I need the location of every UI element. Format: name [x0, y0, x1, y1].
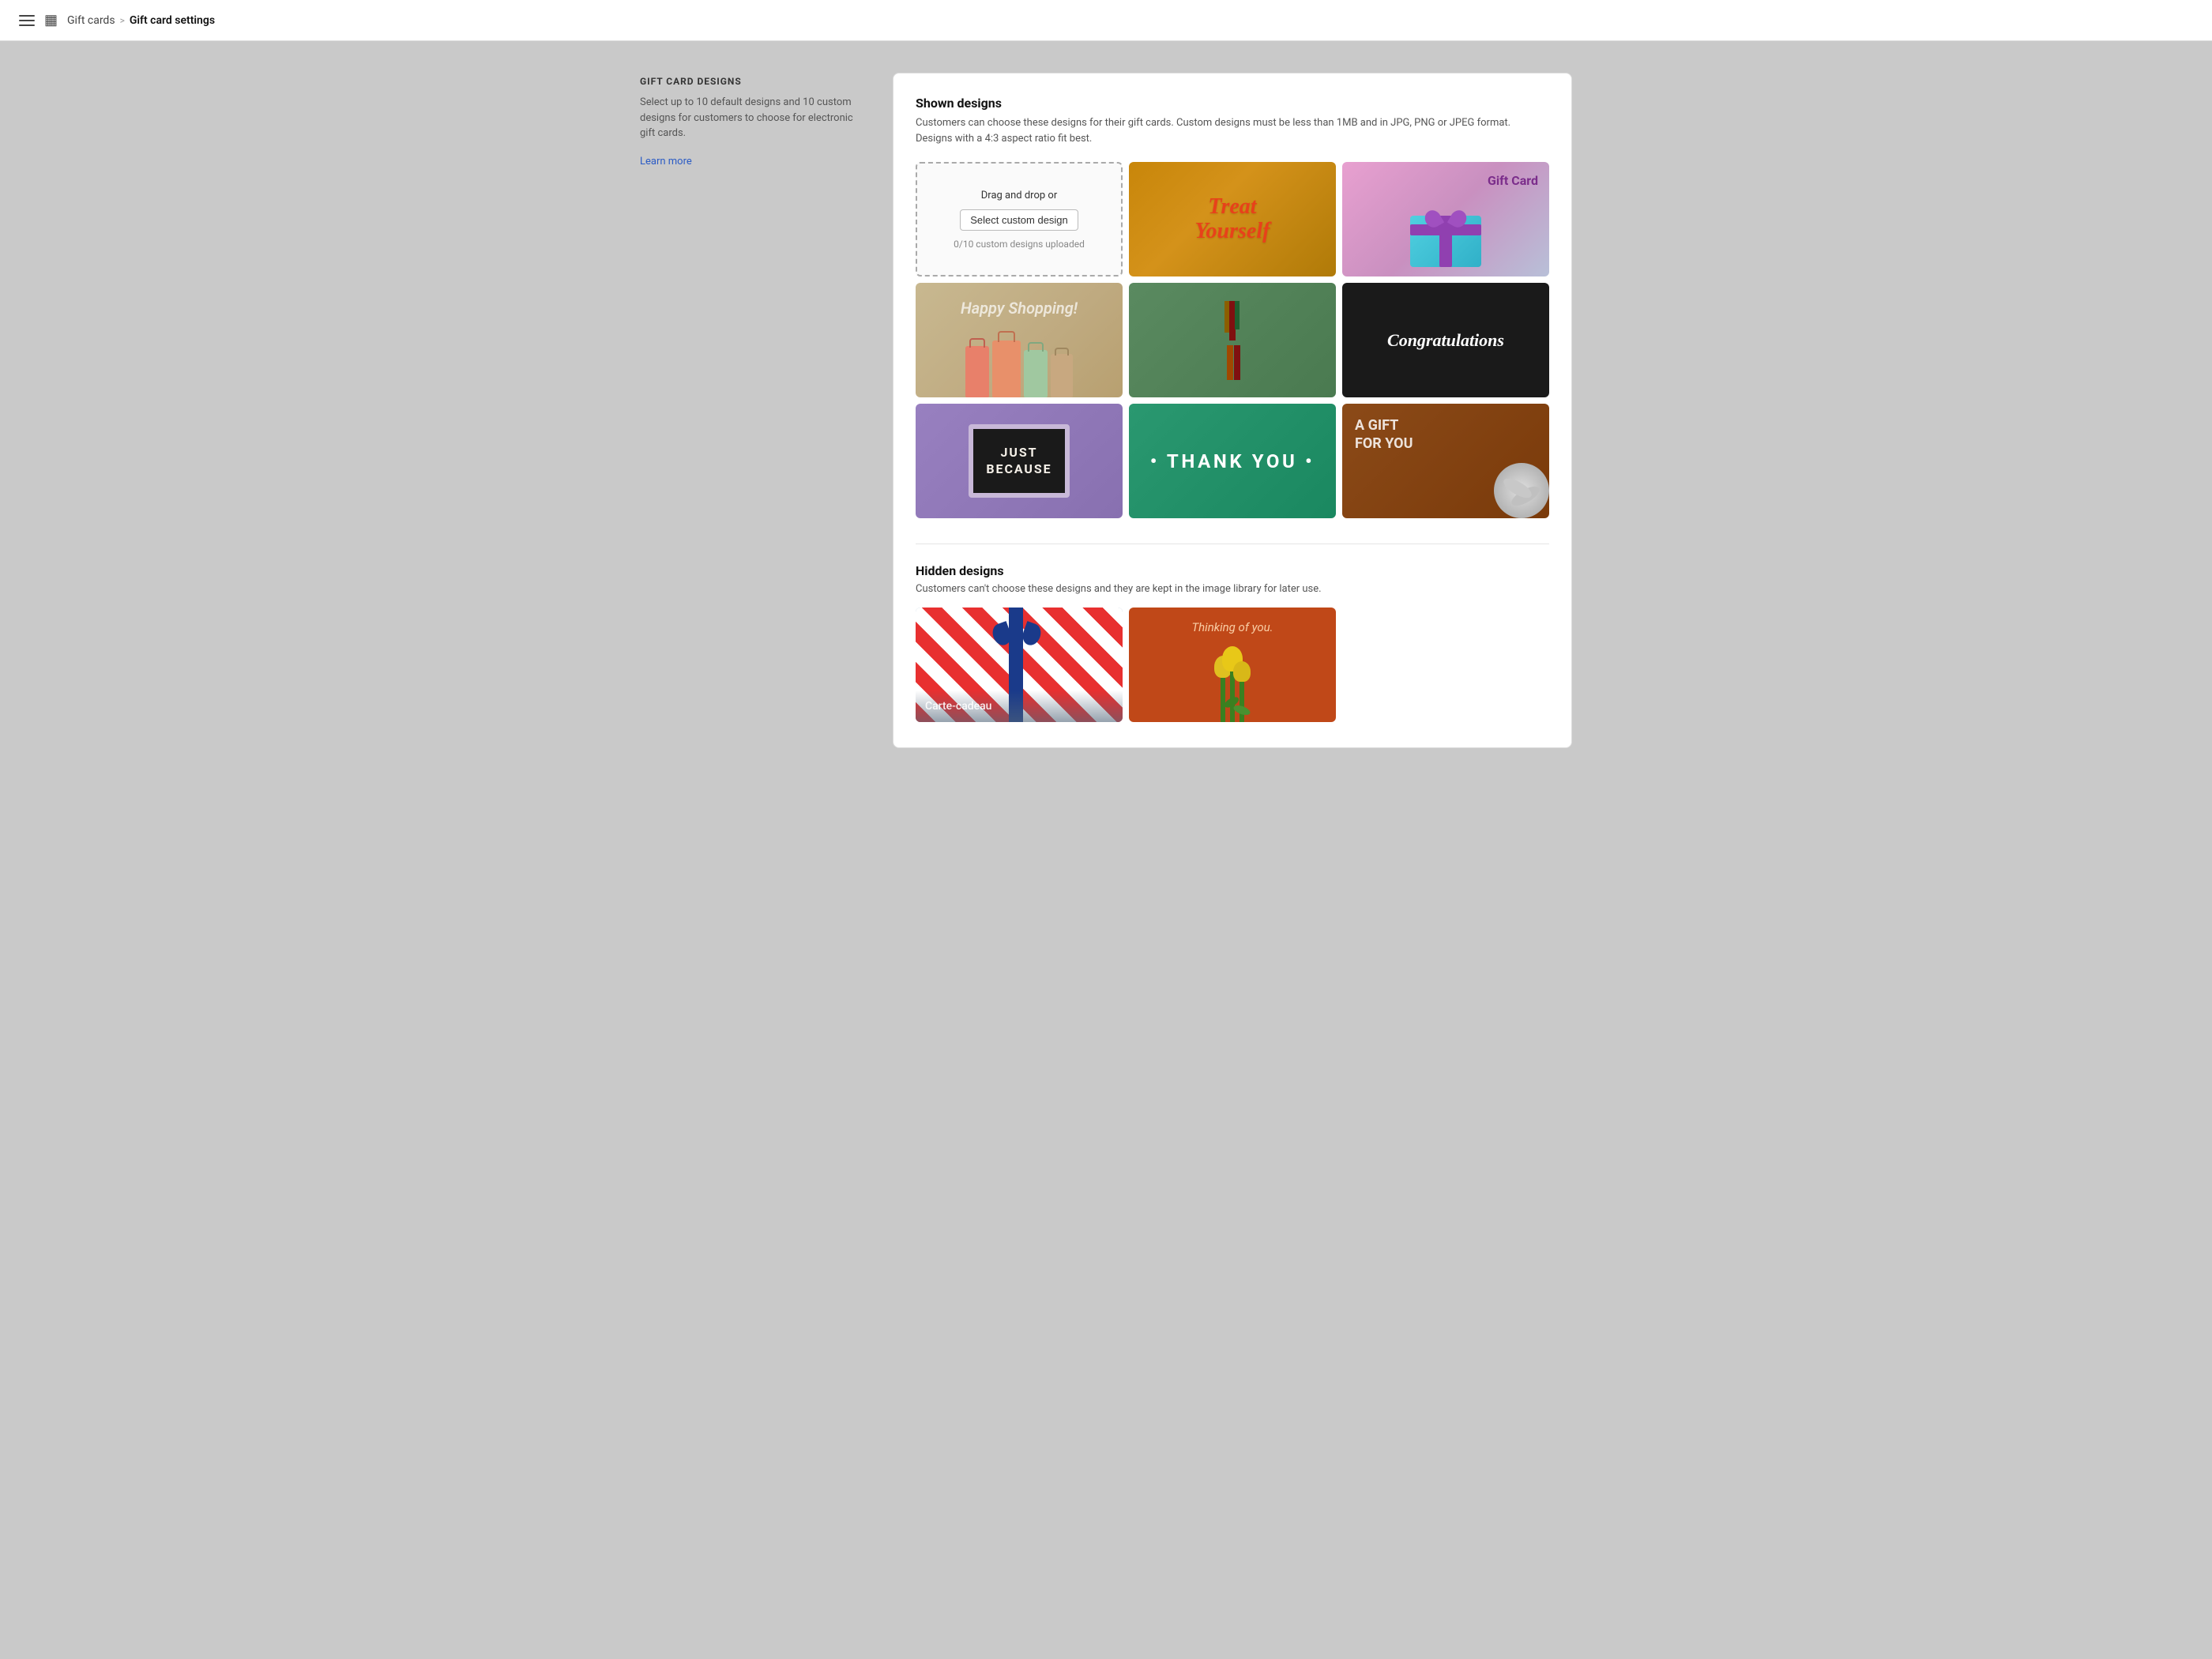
drag-drop-text: Drag and drop or: [981, 190, 1057, 201]
treat-yourself-text: Treat Yourself: [1195, 195, 1270, 244]
menu-icon[interactable]: [19, 15, 35, 26]
sidebar: GIFT CARD DESIGNS Select up to 10 defaul…: [640, 73, 861, 748]
breadcrumb-separator: >: [120, 15, 125, 26]
upload-card[interactable]: Drag and drop or Select custom design 0/…: [916, 162, 1123, 276]
design-card-a-gift-for-you[interactable]: A GIFT FOR YOU: [1342, 404, 1549, 518]
design-card-thinking-of-you[interactable]: Thinking of you.: [1129, 608, 1336, 722]
happy-shopping-text: Happy Shopping!: [916, 299, 1123, 318]
thinking-of-you-text: Thinking of you.: [1191, 620, 1273, 634]
hidden-designs-description: Customers can't choose these designs and…: [916, 583, 1549, 595]
custom-design-count: 0/10 custom designs uploaded: [954, 239, 1085, 250]
sidebar-description: Select up to 10 default designs and 10 c…: [640, 95, 861, 141]
breadcrumb-parent-link[interactable]: Gift cards: [67, 14, 115, 27]
hidden-designs-title: Hidden designs: [916, 563, 1549, 578]
shown-designs-description: Customers can choose these designs for t…: [916, 115, 1549, 146]
sidebar-section-title: GIFT CARD DESIGNS: [640, 76, 861, 87]
select-custom-design-button[interactable]: Select custom design: [960, 209, 1078, 231]
gift-card-label: Gift Card: [1488, 173, 1538, 188]
just-because-text: JUST BECAUSE: [986, 445, 1051, 478]
hidden-designs-section: Hidden designs Customers can't choose th…: [916, 563, 1549, 722]
design-card-presents[interactable]: [1129, 283, 1336, 397]
main-content: Shown designs Customers can choose these…: [893, 73, 1572, 748]
design-card-treat-yourself[interactable]: Treat Yourself: [1129, 162, 1336, 276]
breadcrumb: Gift cards > Gift card settings: [67, 14, 215, 27]
design-card-thank-you[interactable]: • THANK YOU •: [1129, 404, 1336, 518]
page-layout: GIFT CARD DESIGNS Select up to 10 defaul…: [592, 41, 1620, 780]
just-because-board: JUST BECAUSE: [969, 424, 1069, 498]
congratulations-text: Congratulations: [1387, 330, 1504, 351]
design-card-carte-cadeau[interactable]: Carte-cadeau: [916, 608, 1123, 722]
design-card-happy-shopping[interactable]: Happy Shopping!: [916, 283, 1123, 397]
shown-designs-title: Shown designs: [916, 96, 1549, 111]
topbar: ▦ Gift cards > Gift card settings: [0, 0, 2212, 41]
hidden-designs-grid: Carte-cadeau Thinking of you.: [916, 608, 1549, 722]
design-card-gift-card[interactable]: Gift Card: [1342, 162, 1549, 276]
shown-designs-section: Shown designs Customers can choose these…: [916, 96, 1549, 518]
thank-you-text: • THANK YOU •: [1150, 450, 1315, 472]
design-card-just-because[interactable]: JUST BECAUSE: [916, 404, 1123, 518]
gift-card-icon: ▦: [44, 12, 58, 28]
learn-more-link[interactable]: Learn more: [640, 156, 692, 167]
designs-grid: Drag and drop or Select custom design 0/…: [916, 162, 1549, 518]
breadcrumb-current: Gift card settings: [130, 14, 215, 27]
carte-cadeau-text: Carte-cadeau: [925, 700, 991, 713]
a-gift-for-you-text: A GIFT FOR YOU: [1355, 416, 1413, 453]
design-card-congratulations[interactable]: Congratulations: [1342, 283, 1549, 397]
